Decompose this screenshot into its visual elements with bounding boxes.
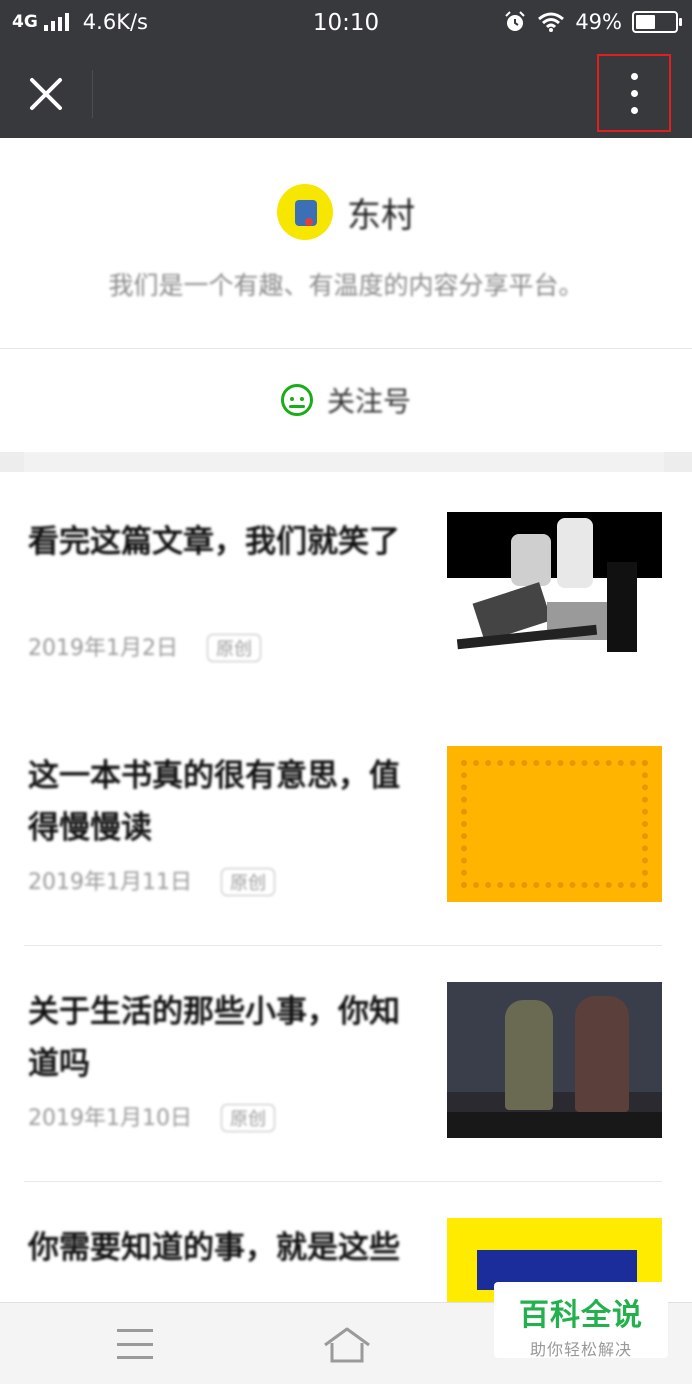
account-name: 东村 — [347, 195, 415, 236]
watermark-logo: 百科全说 助你轻松解决 — [494, 1282, 668, 1359]
article-item[interactable]: 看完这篇文章，我们就笑了 2019年1月2日 原创 — [0, 476, 692, 712]
more-vertical-icon — [630, 72, 638, 80]
wifi-icon — [538, 12, 565, 32]
nav-bar — [0, 48, 692, 138]
status-right: 49% — [503, 10, 682, 34]
watermark-title: 百科全说 — [519, 1298, 643, 1333]
article-date: 2019年1月10日 — [28, 1106, 192, 1131]
article-date: 2019年1月2日 — [28, 636, 178, 661]
article-tag: 原创 — [206, 634, 261, 662]
article-title: 你需要知道的事，就是这些 — [28, 1230, 400, 1266]
watermark-subtitle: 助你轻松解决 — [529, 1340, 632, 1359]
article-tag: 原创 — [220, 1104, 275, 1132]
home-icon[interactable] — [322, 1325, 372, 1365]
article-tag: 原创 — [220, 868, 275, 896]
alarm-icon — [505, 11, 526, 31]
article-title: 这一本书真的很有意思，值得慢慢读 — [28, 758, 400, 846]
more-menu-button[interactable] — [597, 54, 671, 132]
follow-button[interactable]: 关注号 — [0, 350, 692, 450]
article-title: 关于生活的那些小事，你知道吗 — [28, 994, 400, 1082]
account-profile: 东村 我们是一个有趣、有温度的内容分享平台。 — [0, 138, 692, 348]
divider — [0, 348, 692, 349]
article-date: 2019年1月11日 — [28, 870, 192, 895]
wechat-face-icon — [280, 384, 313, 416]
account-description: 我们是一个有趣、有温度的内容分享平台。 — [108, 271, 584, 300]
avatar[interactable] — [277, 184, 333, 240]
article-item[interactable]: 这一本书真的很有意思，值得慢慢读 2019年1月11日 原创 — [0, 710, 692, 946]
article-thumbnail — [447, 512, 662, 668]
close-icon[interactable] — [22, 71, 70, 117]
article-thumbnail — [447, 982, 662, 1138]
article-item[interactable]: 关于生活的那些小事，你知道吗 2019年1月10日 原创 — [0, 946, 692, 1182]
article-meta: 2019年1月11日 原创 — [28, 864, 418, 896]
menu-icon[interactable] — [117, 1329, 153, 1359]
article-thumbnail — [447, 746, 662, 902]
article-meta: 2019年1月2日 原创 — [28, 630, 418, 662]
article-meta: 2019年1月10日 原创 — [28, 1100, 418, 1132]
nav-divider — [92, 70, 93, 118]
profile-header: 东村 — [0, 184, 692, 240]
section-gap-inner — [24, 452, 664, 472]
battery-icon — [632, 11, 682, 33]
status-bar: 4G 4.6K/s 10:10 49% — [0, 0, 692, 48]
battery-percent: 49% — [575, 10, 622, 34]
article-title: 看完这篇文章，我们就笑了 — [28, 524, 400, 560]
follow-label: 关注号 — [326, 385, 411, 418]
